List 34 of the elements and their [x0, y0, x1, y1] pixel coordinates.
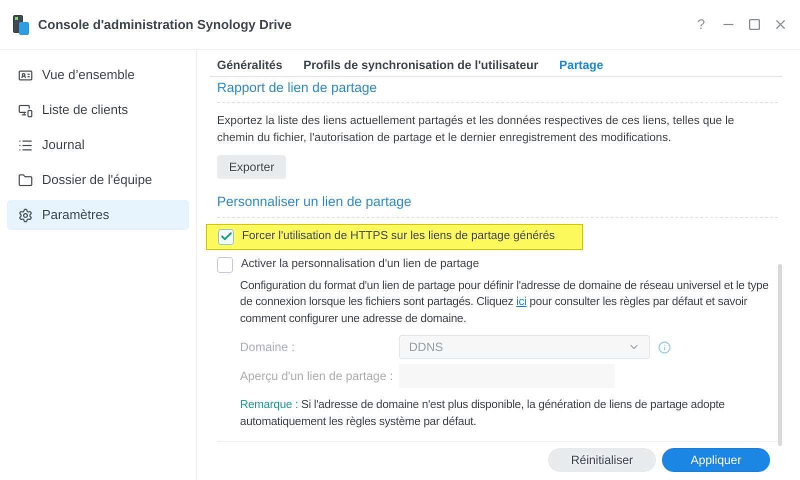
maximize-icon[interactable] [748, 18, 761, 31]
log-icon [18, 138, 33, 152]
sidebar-item[interactable]: Liste de clients [7, 95, 189, 125]
tab[interactable]: Profils de synchronisation de l'utilisateur [303, 56, 538, 74]
scrollbar[interactable] [778, 264, 782, 446]
reset-button[interactable]: Réinitialiser [548, 448, 656, 472]
section-heading: Personnaliser un lien de partage [217, 192, 778, 218]
folder-icon [18, 172, 33, 188]
export-button[interactable]: Exporter [217, 155, 286, 180]
section-heading: Rapport de lien de partage [217, 77, 778, 104]
note: Remarque : Si l'adresse de domaine n'est plus disponible, la génération de liens de partage adopte automatiquement les règles système par défaut. [240, 398, 726, 430]
field-label: Aperçu d'un lien de partage : [240, 368, 394, 385]
apply-button[interactable]: Appliquer [662, 448, 770, 472]
custom-link-option[interactable]: Activer la personnalisation d'un lien de partage [217, 254, 770, 276]
checkbox[interactable] [217, 256, 233, 272]
tab[interactable]: Partage [559, 56, 604, 74]
description: Configuration du format d'un lien de partage pour définir l'adresse de domaine de réseau universel et le type de connexion lorsque les fichiers sont partagés. Cliquez ici pour consulter les règles par défaut et savoir comment configurer une adresse de domaine. [240, 278, 770, 326]
clients-icon [18, 102, 33, 118]
window-title: Console d'administration Synology Drive [38, 16, 292, 34]
tab[interactable]: Généralités [217, 56, 282, 74]
sidebar-item[interactable]: Paramètres [7, 200, 189, 230]
checkbox[interactable] [218, 228, 234, 244]
app-logo-icon [12, 14, 30, 36]
https-option[interactable]: Forcer l'utilisation de HTTPS sur les liens de partage générés [206, 224, 583, 250]
description: Exportez la liste des liens actuellement partagés et les données respectives de ces liens, telles que le chemin du fichier, l'autorisation de partage et le dernier enregistrement des modifications. [217, 114, 736, 146]
info-icon[interactable] [658, 340, 671, 354]
sidebar-item[interactable]: Journal [7, 130, 189, 160]
help-link[interactable]: ici [516, 296, 527, 308]
settings-icon [18, 208, 33, 222]
close-icon[interactable] [773, 17, 788, 32]
overview-icon [18, 68, 33, 82]
sidebar-item[interactable]: Dossier de l'équipe [7, 165, 189, 195]
sidebar-item[interactable]: Vue d’ensemble [7, 60, 189, 90]
field-label: Domaine : [240, 339, 296, 356]
